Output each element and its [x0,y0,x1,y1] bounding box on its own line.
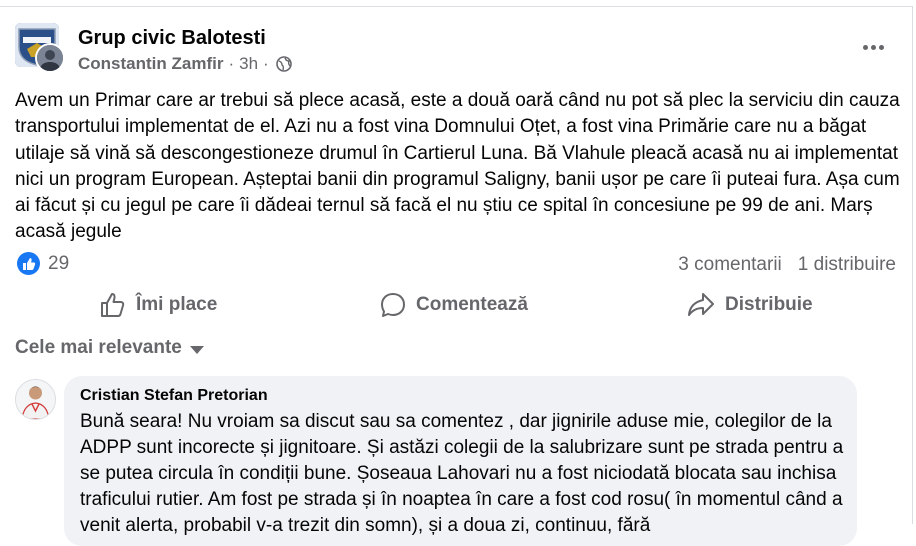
comments-count-link[interactable]: 3 comentarii [678,254,782,276]
comment-button-label: Comentează [416,294,528,315]
author-name-link[interactable]: Constantin Zamfir [78,54,223,74]
meta-separator-2: · [263,54,269,73]
post-meta: Constantin Zamfir · 3h · [78,54,292,74]
post-right-border [912,6,913,524]
like-button[interactable]: Îmi place [100,287,217,323]
comment-author-link[interactable]: Cristian Stefan Pretorian [80,387,268,405]
post-timestamp[interactable]: 3h [239,54,258,74]
comment-sort-dropdown[interactable]: Cele mai relevante [15,337,204,359]
share-button[interactable]: Distribuie [687,287,813,323]
thumbs-up-icon [101,293,125,317]
comment-bubble-icon [381,293,405,317]
post-top-border [0,6,912,7]
chevron-down-icon [189,345,204,354]
post-avatar-group[interactable] [15,23,65,73]
comment-sort-label: Cele mai relevante [15,337,182,358]
share-button-label: Distribuie [725,294,813,315]
like-button-label: Îmi place [136,294,218,315]
like-reaction-icon [17,252,40,275]
more-options-button[interactable] [858,33,888,61]
post-text: Avem un Primar care ar trebui să plece a… [15,90,900,243]
reactions-summary[interactable]: 29 [17,252,69,275]
commenter-avatar[interactable] [15,379,56,420]
post-stats: 3 comentarii 1 distribuire [678,254,896,276]
author-avatar[interactable] [35,43,65,73]
reaction-count: 29 [48,252,70,274]
comment-text: Bună seara! Nu vroiam sa discut sau sa c… [80,411,844,536]
more-options-icon [862,44,868,50]
comment-button[interactable]: Comentează [380,287,528,323]
group-name-link[interactable]: Grup civic Balotesti [78,27,266,50]
shares-count-link[interactable]: 1 distribuire [798,254,896,276]
globe-icon [275,56,292,72]
share-arrow-icon [688,293,714,316]
post-action-bar: Îmi place Comentează Distribuie [0,287,912,323]
meta-separator: · [228,54,235,73]
